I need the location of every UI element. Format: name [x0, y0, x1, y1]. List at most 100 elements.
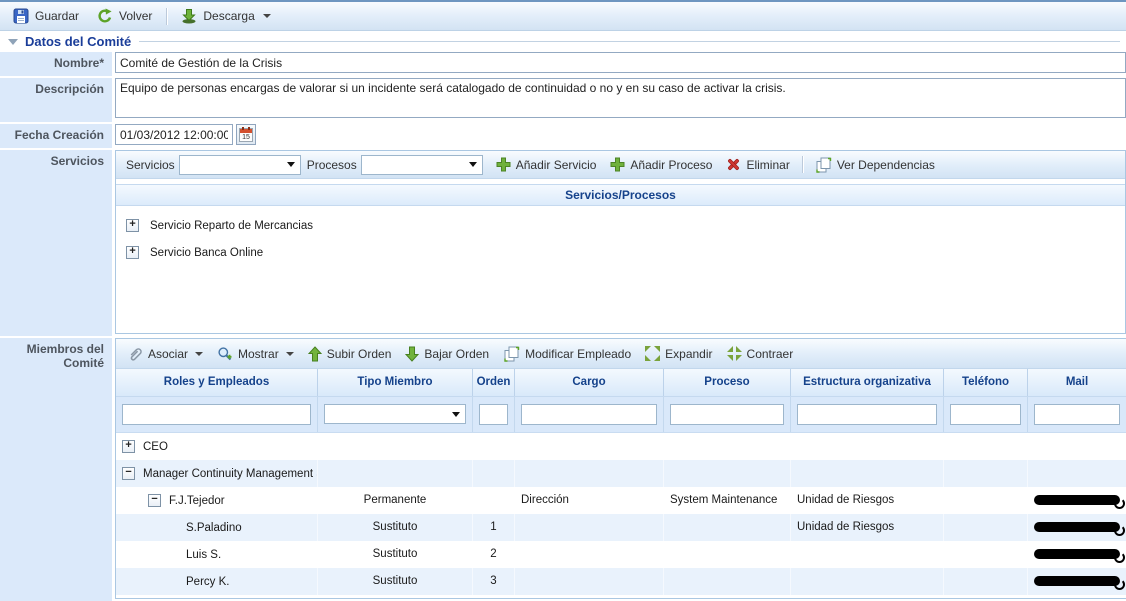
anadir-servicio-label: Añadir Servicio: [516, 158, 597, 172]
arrow-down-icon: [405, 346, 419, 362]
table-row[interactable]: S.PaladinoSustituto1Unidad de Riesgos: [116, 514, 1126, 541]
subir-orden-button[interactable]: Subir Orden: [301, 344, 399, 364]
bajar-orden-button[interactable]: Bajar Orden: [398, 344, 496, 364]
ver-dependencias-button[interactable]: Ver Dependencias: [808, 155, 942, 175]
descripcion-row: Descripción Equipo de personas encargas …: [0, 78, 1126, 122]
collapse-arrows-icon: [727, 346, 742, 361]
tree-item[interactable]: +Servicio Reparto de Mercancias: [116, 212, 1125, 239]
cell-roles-empleados: −Manager Continuity Management Sy: [116, 460, 318, 487]
cell-estructura: Unidad de Riesgos: [791, 514, 944, 541]
anadir-servicio-button[interactable]: Añadir Servicio: [489, 155, 604, 174]
table-row[interactable]: +CEO: [116, 433, 1126, 460]
bajar-orden-label: Bajar Orden: [424, 347, 489, 361]
eliminar-button[interactable]: Eliminar: [719, 155, 796, 174]
cell-estructura: [791, 460, 944, 487]
add-plus-icon: [610, 157, 625, 172]
collapse-arrow-icon[interactable]: [8, 39, 18, 45]
tree-header: Servicios/Procesos: [116, 184, 1125, 206]
guardar-button[interactable]: Guardar: [4, 5, 88, 27]
collapse-node-icon[interactable]: −: [148, 494, 161, 507]
nombre-input[interactable]: [115, 52, 1126, 73]
calendar-button[interactable]: 15: [236, 124, 256, 145]
ver-dependencias-label: Ver Dependencias: [837, 158, 935, 172]
filter-mail-input[interactable]: [1034, 404, 1120, 425]
cell-cargo: Dirección: [515, 487, 664, 514]
modificar-empleado-button[interactable]: Modificar Empleado: [496, 344, 638, 364]
asociar-button[interactable]: Asociar: [120, 344, 210, 364]
dependencies-pages-icon: [815, 157, 832, 173]
table-row[interactable]: Luis S.Sustituto2: [116, 541, 1126, 568]
col-tipo-miembro[interactable]: Tipo Miembro: [318, 369, 473, 396]
table-row[interactable]: −Manager Continuity Management Sy: [116, 460, 1126, 487]
download-icon: [181, 8, 197, 24]
volver-button[interactable]: Volver: [88, 5, 161, 27]
delete-x-icon: [726, 157, 741, 172]
filter-proceso-input[interactable]: [670, 404, 784, 425]
expand-node-icon[interactable]: +: [122, 440, 135, 453]
mostrar-button[interactable]: Mostrar: [210, 344, 301, 364]
asociar-label: Asociar: [148, 347, 188, 361]
col-proceso[interactable]: Proceso: [664, 369, 791, 396]
table-row[interactable]: Percy K.Sustituto3: [116, 568, 1126, 595]
col-telefono[interactable]: Teléfono: [944, 369, 1028, 396]
cell-proceso: [664, 541, 791, 568]
servicios-select[interactable]: [179, 155, 301, 175]
filter-estructura-input[interactable]: [797, 404, 937, 425]
descarga-button[interactable]: Descarga: [172, 5, 279, 27]
miembros-toolbar: Asociar Mostrar Subir Orden: [116, 339, 1126, 369]
select-arrow-icon: [469, 162, 477, 167]
filter-telefono-input[interactable]: [950, 404, 1021, 425]
contraer-button[interactable]: Contraer: [720, 344, 801, 363]
cell-telefono: [944, 568, 1028, 595]
section-header: Datos del Comité: [4, 33, 1120, 50]
descripcion-label: Descripción: [0, 78, 112, 122]
col-roles-empleados[interactable]: Roles y Empleados: [116, 369, 318, 396]
cell-estructura: [791, 568, 944, 595]
cell-mail: [1028, 460, 1126, 487]
back-refresh-icon: [97, 8, 113, 24]
tree-item[interactable]: +Servicio Banca Online: [116, 239, 1125, 266]
nombre-row: Nombre*: [0, 52, 1126, 76]
section-title: Datos del Comité: [25, 34, 131, 49]
col-mail[interactable]: Mail: [1028, 369, 1126, 396]
descripcion-textarea[interactable]: Equipo de personas encargas de valorar s…: [115, 78, 1126, 118]
cell-orden: [473, 460, 515, 487]
col-cargo[interactable]: Cargo: [515, 369, 664, 396]
servicios-tree: +Servicio Reparto de Mercancias+Servicio…: [116, 206, 1125, 272]
filter-tipo-select[interactable]: [324, 404, 466, 424]
descarga-label: Descarga: [203, 9, 254, 23]
cell-cargo: [515, 460, 664, 487]
procesos-select[interactable]: [361, 155, 483, 175]
redacted-email: [1034, 495, 1120, 505]
cell-orden: [473, 433, 515, 460]
chevron-down-icon: [286, 352, 294, 356]
expand-node-icon[interactable]: +: [126, 219, 139, 232]
chevron-down-icon: [195, 352, 203, 356]
col-orden[interactable]: Orden: [473, 369, 515, 396]
filter-cargo-input[interactable]: [521, 404, 657, 425]
cell-roles-empleados: Luis S.: [116, 541, 318, 568]
member-name: S.Paladino: [186, 522, 242, 534]
cell-proceso: System Maintenance: [664, 487, 791, 514]
filter-orden-input[interactable]: [479, 404, 508, 425]
expand-node-icon[interactable]: +: [126, 246, 139, 259]
nombre-label: Nombre*: [0, 52, 112, 76]
expandir-button[interactable]: Expandir: [638, 344, 719, 363]
member-name: F.J.Tejedor: [169, 495, 225, 507]
col-estructura[interactable]: Estructura organizativa: [791, 369, 944, 396]
cell-proceso: [664, 460, 791, 487]
miembros-table-body: +CEO−Manager Continuity Management Sy−F.…: [116, 433, 1126, 595]
cell-telefono: [944, 514, 1028, 541]
cell-telefono: [944, 541, 1028, 568]
arrow-up-icon: [308, 346, 322, 362]
anadir-proceso-button[interactable]: Añadir Proceso: [603, 155, 719, 174]
select-arrow-icon: [452, 412, 460, 417]
table-row[interactable]: −F.J.TejedorPermanenteDirecciónSystem Ma…: [116, 487, 1126, 514]
cell-telefono: [944, 460, 1028, 487]
cell-proceso: [664, 568, 791, 595]
paperclip-icon: [127, 346, 143, 362]
cell-cargo: [515, 433, 664, 460]
fecha-input[interactable]: [115, 124, 233, 145]
collapse-node-icon[interactable]: −: [122, 467, 135, 480]
filter-roles-input[interactable]: [122, 404, 311, 425]
